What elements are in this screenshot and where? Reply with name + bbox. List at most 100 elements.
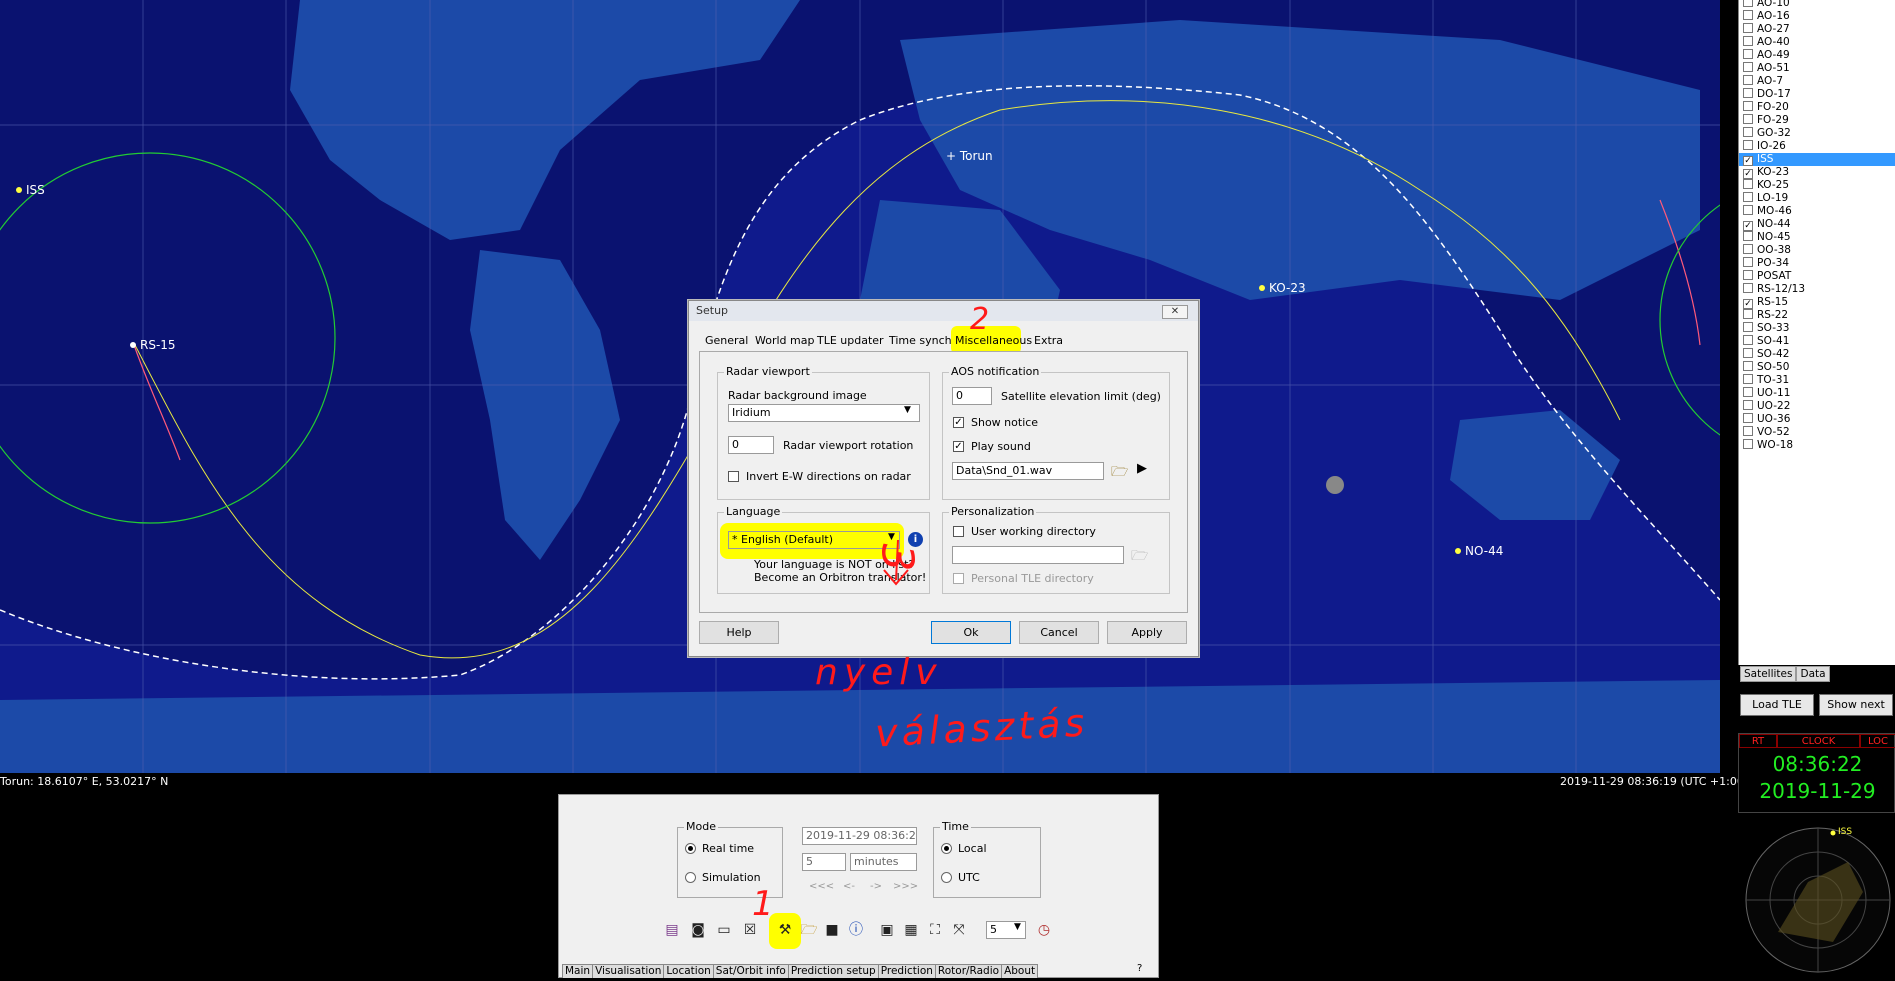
satellite-checkbox[interactable] [1743,309,1753,319]
terminal-icon[interactable]: ▣ [878,921,896,939]
satellite-checkbox[interactable] [1743,335,1753,345]
tab-main[interactable]: Main [562,964,594,978]
clock-rt-label[interactable]: RT [1739,734,1777,748]
nav-forward-button[interactable]: -> [870,880,882,893]
satellite-list-item[interactable]: AO-10 [1739,0,1895,10]
tab-satellites[interactable]: Satellites [1740,666,1797,682]
tab-general[interactable]: General [705,332,748,350]
chevron-down-icon[interactable]: ▼ [1014,922,1021,932]
satellite-list-item[interactable]: AO-16 [1739,10,1895,23]
satellite-list-item[interactable]: IO-26 [1739,140,1895,153]
satellite-checkbox[interactable]: ✓ [1743,169,1753,179]
satellite-list-item[interactable]: UO-22 [1739,400,1895,413]
satellite-checkbox[interactable] [1743,426,1753,436]
local-radio[interactable] [941,843,952,854]
satellite-list-item[interactable]: AO-40 [1739,36,1895,49]
satellite-list-item[interactable]: DO-17 [1739,88,1895,101]
simulation-radio[interactable] [685,872,696,883]
satellite-list-item[interactable]: OO-38 [1739,244,1895,257]
satellite-list-item[interactable]: SO-50 [1739,361,1895,374]
resize-icon[interactable]: ⛶ [926,921,944,939]
cancel-button[interactable]: Cancel [1019,621,1099,644]
satellite-list-item[interactable]: UO-36 [1739,413,1895,426]
satellite-checkbox[interactable] [1743,179,1753,189]
satellite-checkbox[interactable] [1743,283,1753,293]
satellite-list-item[interactable]: FO-20 [1739,101,1895,114]
satellite-checkbox[interactable] [1743,23,1753,33]
elevation-stepper[interactable]: 0 [952,387,992,405]
satellite-checkbox[interactable] [1743,439,1753,449]
radar-rotation-stepper[interactable]: 0 [728,436,774,454]
satellite-checkbox[interactable] [1743,62,1753,72]
save-icon[interactable]: ■ [823,921,841,939]
step-unit-select[interactable]: minutes [850,853,917,871]
camera-icon[interactable]: ◙ [689,921,707,939]
map-marker-torun[interactable]: + Torun [946,149,993,163]
user-dir-checkbox[interactable] [953,526,964,537]
satellite-checkbox[interactable] [1743,400,1753,410]
help-button[interactable]: Help [699,621,779,644]
satellite-list-item[interactable]: LO-19 [1739,192,1895,205]
map-marker-ko-23[interactable]: KO-23 [1269,281,1306,295]
invert-ew-checkbox[interactable] [728,471,739,482]
info-icon[interactable]: ⓘ [847,921,865,939]
satellite-checkbox[interactable] [1743,36,1753,46]
satellite-checkbox[interactable]: ✓ [1743,156,1753,166]
satellite-list-item[interactable]: AO-51 [1739,62,1895,75]
satellite-list-item[interactable]: WO-18 [1739,439,1895,452]
nav-back-fast-button[interactable]: <<< [809,880,834,893]
sound-file-input[interactable]: Data\Snd_01.wav [952,462,1104,480]
satellite-checkbox[interactable] [1743,387,1753,397]
close-icon[interactable]: ✕ [1162,305,1188,319]
setup-tools-icon[interactable]: ⚒ [776,921,794,939]
radar-bg-select[interactable]: Iridium [728,404,920,422]
real-time-radio[interactable] [685,843,696,854]
play-icon[interactable]: ▶ [1137,461,1147,476]
tab-rotor-radio[interactable]: Rotor/Radio [934,964,1003,978]
main-tabs[interactable]: Main Visualisation Location Sat/Orbit info P… [562,964,1039,978]
book-icon[interactable]: ▤ [663,921,681,939]
satellite-checkbox[interactable] [1743,205,1753,215]
tab-sat-orbit-info[interactable]: Sat/Orbit info [712,964,789,978]
satellite-checkbox[interactable] [1743,361,1753,371]
satellite-list-item[interactable]: ✓ ISS [1739,153,1895,166]
satellite-list-item[interactable]: PO-34 [1739,257,1895,270]
tab-extra[interactable]: Extra [1034,332,1063,350]
satellite-list-item[interactable]: ✓ NO-44 [1739,218,1895,231]
satellite-checkbox[interactable] [1743,0,1753,7]
satellite-checkbox[interactable] [1743,88,1753,98]
satellite-checkbox[interactable] [1743,231,1753,241]
apply-button[interactable]: Apply [1107,621,1187,644]
tab-data[interactable]: Data [1796,666,1830,682]
satellite-checkbox[interactable]: ✓ [1743,221,1753,231]
satellite-checkbox[interactable] [1743,348,1753,358]
satellite-checkbox[interactable] [1743,322,1753,332]
satellite-list-item[interactable]: GO-32 [1739,127,1895,140]
satellite-list-item[interactable]: POSAT [1739,270,1895,283]
satellite-list-item[interactable]: AO-49 [1739,49,1895,62]
fullscreen-icon[interactable]: ⤧ [950,921,968,939]
tab-time-synch[interactable]: Time synch [889,332,952,350]
satellite-list-item[interactable]: NO-45 [1739,231,1895,244]
datetime-field[interactable]: 2019-11-29 08:36:22 [802,827,917,845]
step-value-select[interactable]: 5 [802,853,846,871]
tab-location[interactable]: Location [663,964,714,978]
satellite-checkbox[interactable] [1743,75,1753,85]
show-notice-checkbox[interactable]: ✓ [953,417,964,428]
satellite-list-item[interactable]: FO-29 [1739,114,1895,127]
tab-prediction[interactable]: Prediction [877,964,936,978]
map-marker-rs-15[interactable]: RS-15 [140,338,176,352]
tab-world-map[interactable]: World map [755,332,814,350]
satellite-list-item[interactable]: TO-31 [1739,374,1895,387]
chevron-down-icon[interactable]: ▼ [904,405,911,415]
tab-tle-updater[interactable]: TLE updater [817,332,884,350]
satellite-checkbox[interactable] [1743,413,1753,423]
satellite-checkbox[interactable] [1743,101,1753,111]
nav-back-button[interactable]: <- [843,880,855,893]
satellite-checkbox[interactable] [1743,374,1753,384]
clock-loc-label[interactable]: LOC [1860,734,1895,748]
satellite-checkbox[interactable] [1743,127,1753,137]
satellite-checkbox[interactable] [1743,192,1753,202]
satellite-list-item[interactable]: SO-33 [1739,322,1895,335]
clock-icon[interactable]: ◷ [1035,921,1053,939]
